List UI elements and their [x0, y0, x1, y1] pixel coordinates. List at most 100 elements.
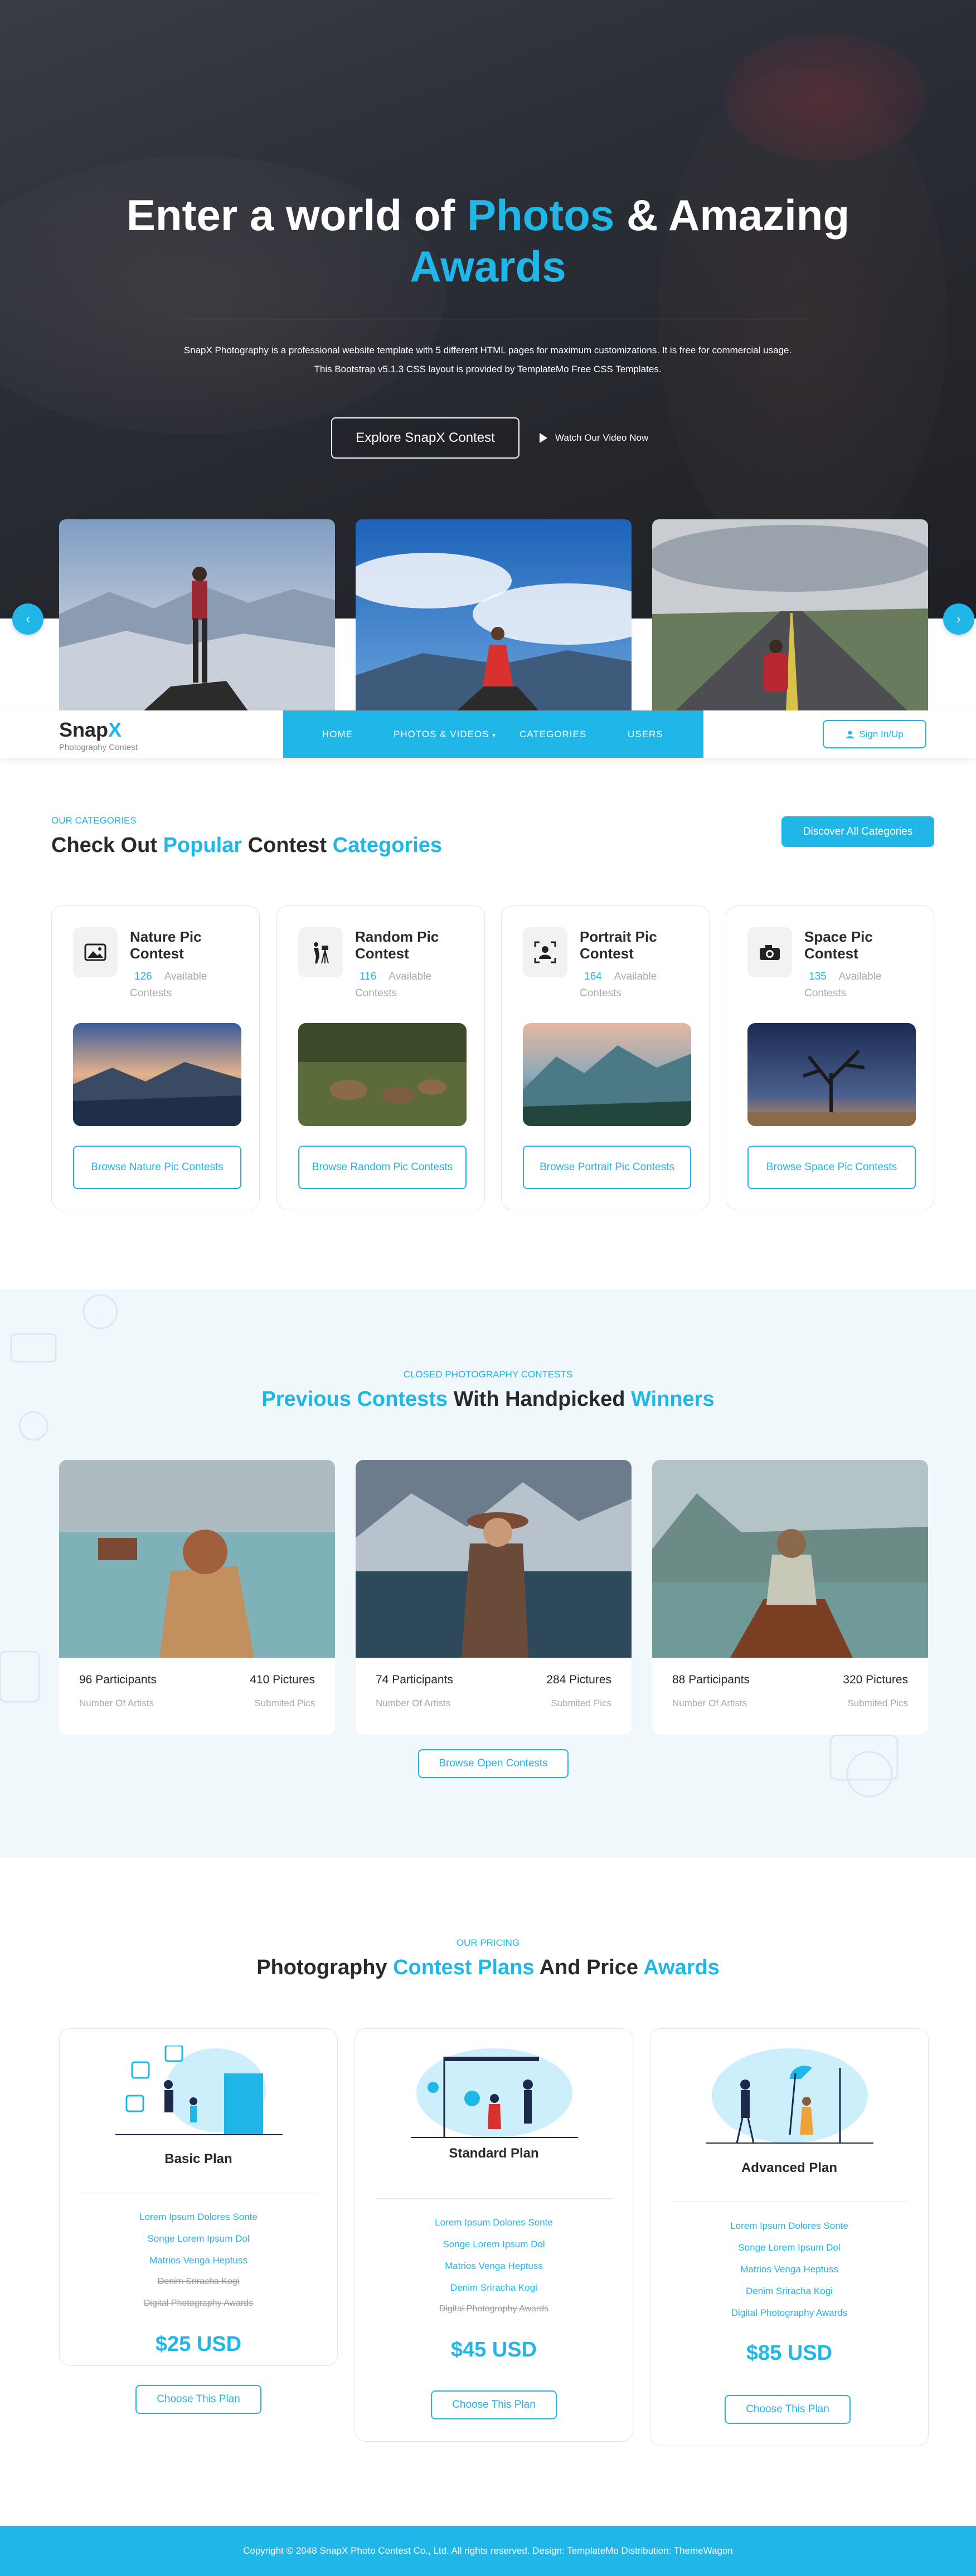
hero-hat-shape: [725, 33, 925, 162]
hero-title: Enter a world of Photos & Amazing Awards: [126, 191, 850, 291]
plan-feature: Matrios Venga Heptuss: [149, 2255, 247, 2266]
plan-divider: [375, 2198, 614, 2199]
plan-feature-disabled: Digital Photography Awards: [439, 2304, 549, 2314]
category-available: 135 Available Contests: [804, 971, 882, 999]
pictures-label: Submited Pics: [551, 1698, 611, 1708]
contest-card-1[interactable]: 96 Participants 410 Pictures Number Of A…: [59, 1460, 335, 1735]
road-traveler-image: [652, 519, 928, 712]
logo-subtitle: Photography Contest: [59, 743, 138, 752]
basic-plan-illustration: [115, 2046, 283, 2135]
pricing-tag: OUR PRICING: [456, 1937, 520, 1948]
category-available: 164 Available Contests: [580, 971, 657, 999]
pictures-count: 284 Pictures: [546, 1673, 611, 1686]
nav-menu: HOME PHOTOS & VIDEOS ▾ CATEGORIES USERS: [283, 710, 703, 758]
plan-feature: Denim Sriracha Kogi: [450, 2282, 537, 2293]
participants-label: Number Of Artists: [376, 1698, 451, 1708]
caret-down-icon: ▾: [492, 732, 496, 739]
plan-feature: Songe Lorem Ipsum Dol: [738, 2242, 841, 2253]
watch-video-link[interactable]: Watch Our Video Now: [540, 428, 648, 447]
nav-item-categories[interactable]: CATEGORIES: [519, 729, 586, 740]
category-card-space: Space Pic Contest 135 Available Contests …: [726, 905, 934, 1210]
plan-feature: Songe Lorem Ipsum Dol: [147, 2233, 250, 2244]
plan-feature: Matrios Venga Heptuss: [740, 2264, 838, 2275]
sign-in-label: Sign In/Up: [859, 728, 904, 739]
explore-contest-button[interactable]: Explore SnapX Contest: [331, 417, 519, 459]
plan-card-standard: Standard Plan Lorem Ipsum Dolores Sonte …: [355, 2028, 633, 2442]
contest-card-3[interactable]: 88 Participants 320 Pictures Number Of A…: [652, 1460, 928, 1735]
category-image-random: [298, 1023, 467, 1126]
carousel-prev-button[interactable]: ‹: [12, 603, 43, 635]
categories-tag: OUR CATEGORIES: [51, 815, 137, 826]
landscape-photo-icon: [73, 927, 118, 977]
footer-copyright: Copyright © 2048 SnapX Photo Contest Co.…: [243, 2545, 733, 2556]
category-title: Random Pic Contest: [355, 928, 439, 962]
category-card-nature: Nature Pic Contest 126 Available Contests…: [51, 905, 260, 1210]
pictures-count: 410 Pictures: [250, 1673, 315, 1686]
browse-random-button[interactable]: Browse Random Pic Contests: [298, 1146, 467, 1189]
plan-card-advanced: Advanced Plan Lorem Ipsum Dolores Sonte …: [650, 2028, 929, 2446]
plan-feature-disabled: Digital Photography Awards: [143, 2299, 254, 2308]
chevron-right-icon: ›: [956, 612, 961, 626]
category-card-random: Random Pic Contest 116 Available Contests…: [276, 905, 485, 1210]
plan-name: Standard Plan: [449, 2146, 539, 2161]
plan-feature: Songe Lorem Ipsum Dol: [443, 2239, 545, 2249]
chevron-left-icon: ‹: [26, 612, 30, 626]
standard-plan-illustration: [411, 2048, 578, 2138]
participants-label: Number Of Artists: [79, 1698, 154, 1708]
photographer-tripod-icon: [298, 927, 343, 977]
category-image-space: [747, 1023, 916, 1126]
plan-feature: Matrios Venga Heptuss: [445, 2261, 543, 2271]
browse-open-contests-button[interactable]: Browse Open Contests: [418, 1749, 569, 1778]
contest-image-2: [356, 1460, 632, 1658]
plan-feature-disabled: Denim Sriracha Kogi: [157, 2277, 240, 2286]
participants-count: 74 Participants: [376, 1673, 453, 1686]
nav-item-home[interactable]: HOME: [322, 729, 353, 740]
site-logo[interactable]: SnapX: [59, 718, 122, 742]
choose-advanced-plan-button[interactable]: Choose This Plan: [725, 2395, 851, 2424]
categories-heading: Check Out Popular Contest Categories: [51, 834, 443, 857]
pictures-count: 320 Pictures: [843, 1673, 908, 1686]
hero-description: SnapX Photography is a professional webs…: [183, 345, 792, 374]
plan-card-basic: Basic Plan Lorem Ipsum Dolores Sonte Son…: [59, 2028, 338, 2366]
plan-price: $25 USD: [155, 2332, 242, 2356]
plan-feature: Lorem Ipsum Dolores Sonte: [435, 2217, 553, 2228]
watch-video-label: Watch Our Video Now: [555, 432, 649, 443]
pricing-heading: Photography Contest Plans And Price Awar…: [256, 1956, 720, 1979]
contests-tag: CLOSED PHOTOGRAPHY CONTESTS: [403, 1369, 573, 1380]
category-image-portrait: [523, 1023, 691, 1126]
plan-price: $45 USD: [450, 2338, 537, 2361]
choose-standard-plan-button[interactable]: Choose This Plan: [431, 2390, 557, 2419]
plan-feature: Digital Photography Awards: [731, 2307, 848, 2318]
carousel-slide-sky[interactable]: [356, 519, 632, 712]
contest-image-3: [652, 1460, 928, 1658]
pictures-label: Submited Pics: [847, 1698, 908, 1708]
browse-portrait-button[interactable]: Browse Portrait Pic Contests: [523, 1146, 691, 1189]
plan-name: Basic Plan: [164, 2151, 232, 2166]
carousel-next-button[interactable]: ›: [943, 603, 974, 635]
carousel-slide-road[interactable]: [652, 519, 928, 712]
main-navbar: SnapX Photography Contest HOME PHOTOS & …: [0, 710, 976, 758]
portrait-frame-icon: [523, 927, 567, 977]
contest-card-2[interactable]: 74 Participants 284 Pictures Number Of A…: [356, 1460, 632, 1735]
category-available: 116 Available Contests: [355, 971, 432, 999]
category-title: Portrait Pic Contest: [580, 928, 657, 962]
plan-price: $85 USD: [746, 2341, 833, 2365]
pictures-label: Submited Pics: [254, 1698, 315, 1708]
participants-label: Number Of Artists: [672, 1698, 747, 1708]
plan-name: Advanced Plan: [741, 2160, 838, 2175]
choose-basic-plan-button[interactable]: Choose This Plan: [135, 2385, 261, 2414]
browse-nature-button[interactable]: Browse Nature Pic Contests: [73, 1146, 241, 1189]
category-card-portrait: Portrait Pic Contest 164 Available Contes…: [501, 905, 710, 1210]
plan-feature: Denim Sriracha Kogi: [746, 2286, 833, 2296]
advanced-plan-illustration: [706, 2048, 873, 2144]
nav-item-photos-videos[interactable]: PHOTOS & VIDEOS ▾: [394, 729, 496, 740]
participants-count: 88 Participants: [672, 1673, 750, 1686]
site-footer: Copyright © 2048 SnapX Photo Contest Co.…: [0, 2526, 976, 2576]
nav-item-users[interactable]: USERS: [628, 729, 663, 740]
category-title: Nature Pic Contest: [130, 928, 202, 962]
discover-categories-button[interactable]: Discover All Categories: [781, 816, 934, 847]
carousel-slide-mountain[interactable]: [59, 519, 335, 712]
plan-feature: Lorem Ipsum Dolores Sonte: [139, 2212, 258, 2222]
browse-space-button[interactable]: Browse Space Pic Contests: [747, 1146, 916, 1189]
sign-in-button[interactable]: Sign In/Up: [823, 720, 926, 748]
